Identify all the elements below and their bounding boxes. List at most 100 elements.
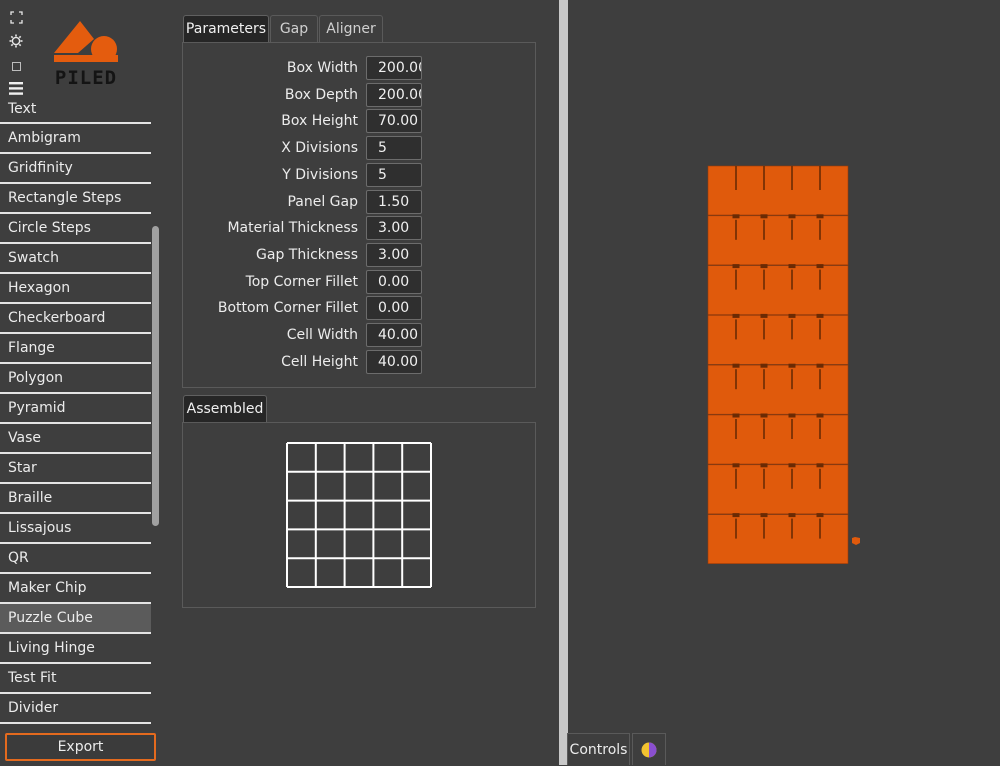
half-circle-theme-icon <box>641 742 657 757</box>
sidebar-item-puzzle-cube[interactable]: Puzzle Cube <box>0 604 151 634</box>
panel-piece[interactable] <box>707 464 849 515</box>
sidebar-item-ambigram[interactable]: Ambigram <box>0 124 151 154</box>
panel-tab <box>760 264 768 269</box>
param-label: X Divisions <box>281 140 358 157</box>
param-row: Top Corner Fillet 0.00 <box>220 269 430 294</box>
param-label: Cell Width <box>286 327 358 343</box>
panel-piece[interactable] <box>707 165 849 216</box>
sidebar-item-vase[interactable]: Vase <box>0 424 151 454</box>
param-input-box-height[interactable]: 70.00 <box>366 109 422 134</box>
param-row: X Divisions 5 <box>220 136 430 161</box>
param-row: Box Width 200.00 <box>220 56 430 80</box>
layout-preview[interactable] <box>700 160 870 572</box>
sidebar-item-maker-chip[interactable]: Maker Chip <box>0 574 151 604</box>
parameters-panel: Box Width 200.00 Box Depth 200.00 Box Height… <box>182 42 536 388</box>
sidebar-item-hexagon[interactable]: Hexagon <box>0 274 151 304</box>
param-input-x-divisions[interactable]: 5 <box>366 136 422 161</box>
panel-tab <box>788 264 796 269</box>
param-label: Cell Height <box>281 353 358 370</box>
sidebar-item-test-fit[interactable]: Test Fit <box>0 664 151 694</box>
panel-piece[interactable] <box>707 315 849 365</box>
param-row: Cell Width 40.00 <box>220 323 430 347</box>
sidebar-item-swatch[interactable]: Swatch <box>0 244 151 274</box>
panel-tab <box>732 313 740 318</box>
small-square-icon[interactable] <box>9 59 23 73</box>
panel-piece[interactable] <box>707 414 849 465</box>
app-logo: PILED <box>50 17 122 91</box>
sidebar-item-star[interactable]: Star <box>0 454 151 484</box>
tab-parameters[interactable]: Parameters <box>183 15 269 43</box>
param-input-bottom-corner-fillet[interactable]: 0.00 <box>366 296 422 321</box>
logo-text: PILED <box>54 67 118 89</box>
panel-tab <box>732 264 740 269</box>
panel-tab <box>760 513 768 518</box>
gear-icon[interactable] <box>9 34 23 48</box>
theme-toggle-button[interactable] <box>632 733 666 765</box>
split-pane-divider[interactable] <box>559 0 568 765</box>
sidebar-nav: Text Ambigram Gridfinity Rectangle Steps Cir… <box>0 96 151 724</box>
export-button[interactable]: Export <box>5 733 156 761</box>
sidebar-item-lissajous[interactable]: Lissajous <box>0 514 151 544</box>
param-row: Bottom Corner Fillet 0.00 <box>218 296 430 321</box>
param-input-cell-width[interactable]: 40.00 <box>366 323 422 347</box>
tab-assembled[interactable]: Assembled <box>183 395 267 423</box>
sidebar-item-qr[interactable]: QR <box>0 544 151 574</box>
menu-icon[interactable] <box>9 81 23 95</box>
panel-piece[interactable] <box>707 514 849 564</box>
sidebar-item-rectangle-steps[interactable]: Rectangle Steps <box>0 184 151 214</box>
panel-tab <box>788 513 796 518</box>
controls-tab[interactable]: Controls <box>567 733 630 765</box>
panel-tab <box>732 214 740 219</box>
panel-tab <box>760 463 768 468</box>
panel-tab <box>732 363 740 368</box>
sidebar-item-divider[interactable]: Divider <box>0 694 151 724</box>
param-label: Box Height <box>281 113 358 130</box>
fullscreen-icon[interactable] <box>9 10 23 24</box>
sidebar-item-polygon[interactable]: Polygon <box>0 364 151 394</box>
param-input-cell-height[interactable]: 40.00 <box>366 349 422 374</box>
sidebar-item-checkerboard[interactable]: Checkerboard <box>0 304 151 334</box>
param-label: Box Depth <box>284 86 358 103</box>
panel-tab <box>816 363 824 368</box>
sidebar-item-living-hinge[interactable]: Living Hinge <box>0 634 151 664</box>
assembled-grid-preview <box>286 442 432 588</box>
sidebar-item-flange[interactable]: Flange <box>0 334 151 364</box>
param-input-panel-gap[interactable]: 1.50 <box>366 189 422 214</box>
param-row: Box Depth 200.00 <box>220 82 430 107</box>
tab-gap[interactable]: Gap <box>270 15 318 43</box>
tab-aligner[interactable]: Aligner <box>319 15 383 43</box>
small-part-piece[interactable] <box>852 537 860 545</box>
panel-tab <box>760 313 768 318</box>
sidebar-item-pyramid[interactable]: Pyramid <box>0 394 151 424</box>
panel-tab <box>760 214 768 219</box>
panel-tab <box>732 413 740 418</box>
assembled-panel <box>182 422 536 608</box>
panel-tab <box>788 313 796 318</box>
sidebar-item-gridfinity[interactable]: Gridfinity <box>0 154 151 184</box>
panel-tab <box>760 363 768 368</box>
param-input-box-depth[interactable]: 200.00 <box>366 82 422 107</box>
param-input-y-divisions[interactable]: 5 <box>366 162 422 187</box>
panel-tab <box>788 214 796 219</box>
panel-tab <box>816 413 824 418</box>
panel-piece[interactable] <box>707 364 849 415</box>
param-input-gap-thickness[interactable]: 3.00 <box>366 242 422 267</box>
panel-piece[interactable] <box>707 265 849 315</box>
panel-tab <box>788 413 796 418</box>
panel-tab <box>732 513 740 518</box>
param-label: Box Width <box>286 60 358 76</box>
param-label: Panel Gap <box>287 193 358 210</box>
panel-tab <box>760 413 768 418</box>
param-input-top-corner-fillet[interactable]: 0.00 <box>366 269 422 294</box>
sidebar-scrollbar[interactable] <box>152 226 159 526</box>
sidebar-item-text[interactable]: Text <box>0 96 151 124</box>
param-label: Y Divisions <box>282 166 358 183</box>
param-label: Top Corner Fillet <box>245 273 358 290</box>
param-row: Panel Gap 1.50 <box>220 189 430 214</box>
sidebar-item-braille[interactable]: Braille <box>0 484 151 514</box>
param-row: Cell Height 40.00 <box>220 349 430 374</box>
param-input-material-thickness[interactable]: 3.00 <box>366 216 422 241</box>
panel-piece[interactable] <box>707 215 849 266</box>
param-input-box-width[interactable]: 200.00 <box>366 56 422 80</box>
sidebar-item-circle-steps[interactable]: Circle Steps <box>0 214 151 244</box>
